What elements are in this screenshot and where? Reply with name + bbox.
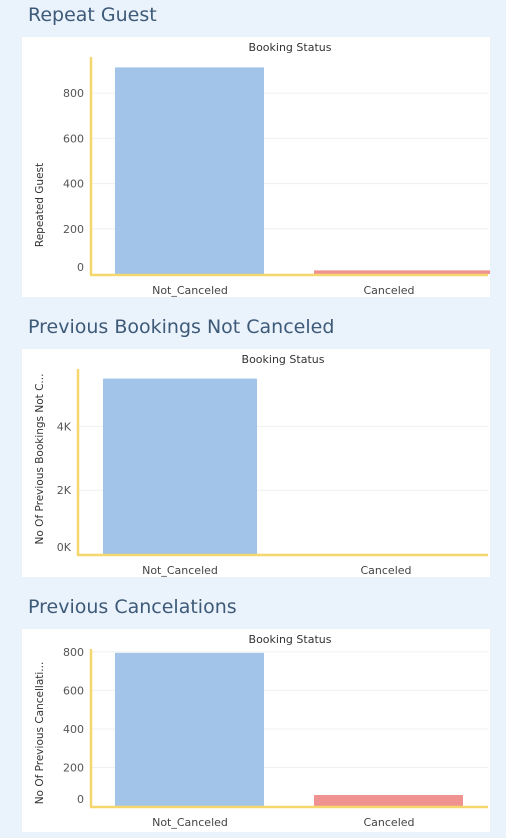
y-tick-label: 0K bbox=[57, 541, 72, 554]
section-title-repeat-guest: Repeat Guest bbox=[28, 4, 157, 26]
y-tick-label: 200 bbox=[63, 223, 84, 236]
x-tick-label-canceled: Canceled bbox=[363, 284, 414, 297]
bar-not-canceled[interactable] bbox=[115, 67, 264, 274]
chart-panel-repeat-guest: Booking Status Repeated Guest 0 200 400 600… bbox=[22, 37, 490, 297]
bar-canceled[interactable] bbox=[314, 795, 463, 806]
y-axis-label: Repeated Guest bbox=[34, 163, 46, 247]
y-axis-label: No Of Previous Bookings Not C... bbox=[34, 374, 46, 545]
y-tick-label: 4K bbox=[57, 420, 72, 433]
x-tick-label-not-canceled: Not_Canceled bbox=[152, 284, 228, 297]
chart-panel-previous-cancelations: Booking Status No Of Previous Cancellati… bbox=[22, 629, 490, 832]
chart-header: Booking Status bbox=[249, 633, 332, 646]
y-tick-label: 800 bbox=[63, 646, 84, 659]
y-tick-label: 400 bbox=[63, 178, 84, 191]
bar-canceled[interactable] bbox=[314, 270, 490, 274]
x-tick-label-not-canceled: Not_Canceled bbox=[152, 816, 228, 829]
chart-panel-previous-bookings-not-canceled: Booking Status No Of Previous Bookings N… bbox=[22, 349, 490, 577]
x-tick-label-not-canceled: Not_Canceled bbox=[142, 564, 218, 577]
x-tick-label-canceled: Canceled bbox=[363, 816, 414, 829]
section-title-previous-bookings-not-canceled: Previous Bookings Not Canceled bbox=[28, 316, 335, 338]
y-tick-label: 0 bbox=[77, 261, 84, 274]
chart-header: Booking Status bbox=[249, 41, 332, 54]
y-tick-label: 2K bbox=[57, 484, 72, 497]
chart-header: Booking Status bbox=[242, 353, 325, 366]
repeat-guest-chart: Booking Status Repeated Guest 0 200 400 600… bbox=[34, 41, 490, 297]
previous-cancelations-chart: Booking Status No Of Previous Cancellati… bbox=[34, 633, 488, 829]
y-tick-label: 800 bbox=[63, 87, 84, 100]
bar-not-canceled[interactable] bbox=[103, 378, 257, 554]
y-tick-label: 400 bbox=[63, 723, 84, 736]
bar-not-canceled[interactable] bbox=[115, 652, 264, 806]
previous-bookings-not-canceled-chart: Booking Status No Of Previous Bookings N… bbox=[34, 353, 488, 577]
x-tick-label-canceled: Canceled bbox=[360, 564, 411, 577]
y-tick-label: 200 bbox=[63, 761, 84, 774]
y-tick-label: 0 bbox=[77, 793, 84, 806]
section-title-previous-cancelations: Previous Cancelations bbox=[28, 596, 237, 618]
y-axis-label: No Of Previous Cancellati... bbox=[34, 662, 46, 805]
y-tick-label: 600 bbox=[63, 684, 84, 697]
y-tick-label: 600 bbox=[63, 132, 84, 145]
